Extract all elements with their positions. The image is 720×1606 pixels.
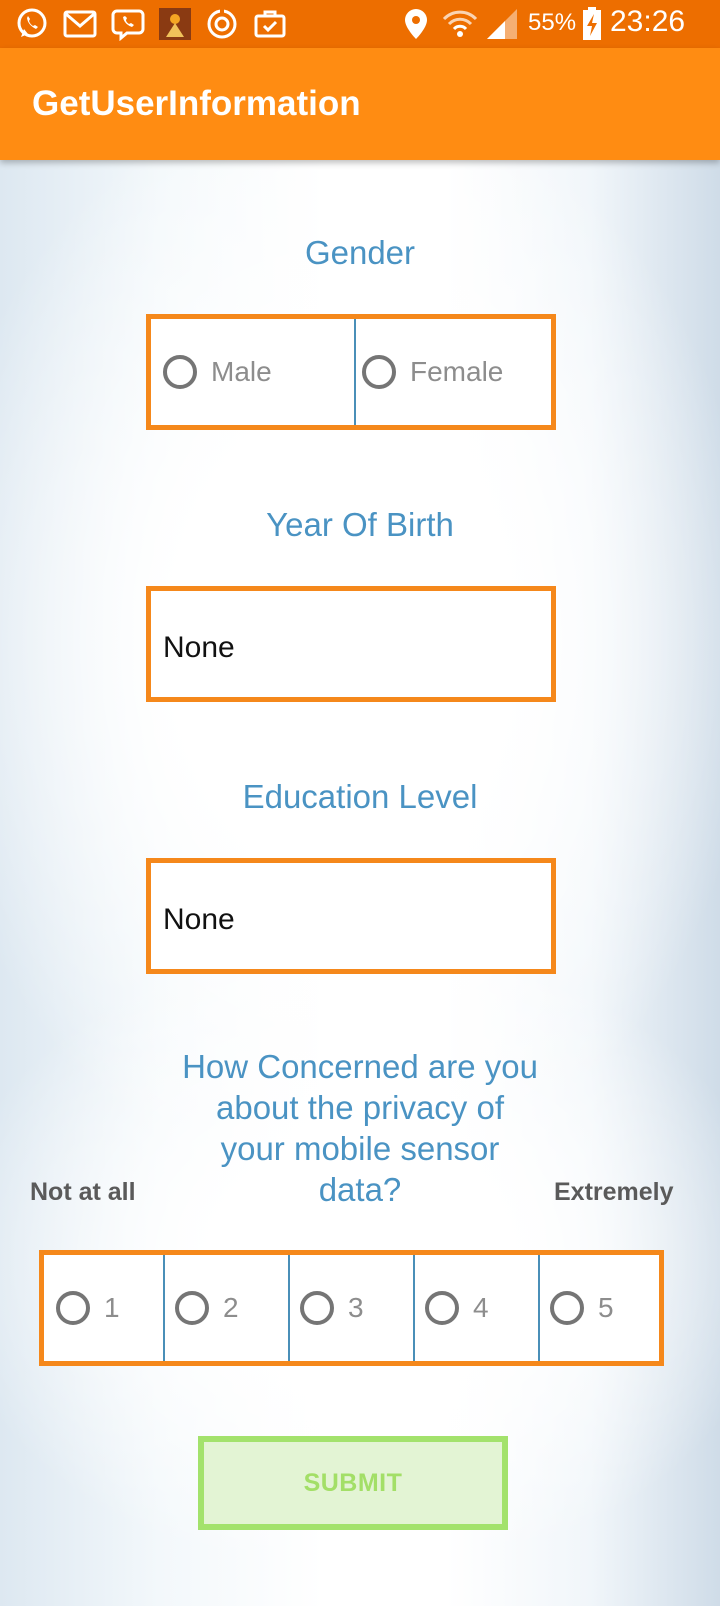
gmail-icon — [62, 6, 98, 42]
option-label: Male — [211, 356, 272, 387]
option-label: Female — [410, 356, 504, 387]
year-of-birth-label: Year Of Birth — [266, 506, 454, 543]
divider — [288, 1255, 290, 1361]
selected-value: None — [163, 631, 235, 664]
radio-button[interactable] — [300, 1291, 334, 1325]
option-label: 4 — [473, 1292, 489, 1323]
option-label: 5 — [598, 1292, 614, 1323]
divider — [354, 319, 356, 425]
year-of-birth-dropdown[interactable]: None — [146, 586, 556, 702]
education-level-dropdown[interactable]: None — [146, 858, 556, 974]
radio-button[interactable] — [362, 355, 396, 389]
gender-label: Gender — [304, 234, 416, 271]
app-bar: GetUserInformation — [0, 48, 720, 160]
battery-percentage: 55% — [528, 9, 577, 36]
location-icon — [398, 6, 434, 42]
divider — [413, 1255, 415, 1361]
battery-charging-icon — [574, 6, 610, 42]
education-level-label: Education Level — [242, 778, 478, 815]
question-line: data? — [318, 1171, 402, 1208]
submit-button[interactable]: SUBMIT — [198, 1436, 508, 1530]
briefcase-check-icon — [252, 6, 288, 42]
divider — [163, 1255, 165, 1361]
gender-radio-group: Male Female — [146, 314, 556, 430]
option-label: 2 — [223, 1292, 239, 1323]
app-title: GetUserInformation — [32, 84, 361, 123]
question-line: your mobile sensor — [220, 1130, 500, 1167]
privacy-rating-radio-group: 1 2 3 4 5 — [39, 1250, 664, 1366]
radio-button[interactable] — [175, 1291, 209, 1325]
radio-button[interactable] — [56, 1291, 90, 1325]
sync-icon — [204, 6, 240, 42]
radio-button[interactable] — [163, 355, 197, 389]
clock: 23:26 — [610, 5, 686, 38]
privacy-question: How Concerned are you about the privacy … — [140, 1046, 580, 1210]
rating-option-4[interactable]: 4 — [425, 1255, 535, 1361]
viber-icon — [110, 6, 146, 42]
wifi-icon — [442, 6, 478, 42]
selected-value: None — [163, 903, 235, 936]
game-app-icon — [157, 6, 193, 42]
option-label: 1 — [104, 1292, 120, 1323]
gender-option-male[interactable]: Male — [163, 319, 353, 425]
rating-option-5[interactable]: 5 — [550, 1255, 660, 1361]
gender-option-female[interactable]: Female — [362, 319, 552, 425]
divider — [538, 1255, 540, 1361]
rating-option-3[interactable]: 3 — [300, 1255, 410, 1361]
rating-option-1[interactable]: 1 — [56, 1255, 166, 1361]
question-line: How Concerned are you — [182, 1048, 538, 1085]
signal-icon — [484, 6, 520, 42]
rating-option-2[interactable]: 2 — [175, 1255, 285, 1361]
option-label: 3 — [348, 1292, 364, 1323]
status-bar: 55% 23:26 — [0, 0, 720, 48]
scale-high-label: Extremely — [554, 1178, 674, 1206]
question-line: about the privacy of — [215, 1089, 504, 1126]
scale-low-label: Not at all — [30, 1178, 136, 1206]
radio-button[interactable] — [550, 1291, 584, 1325]
radio-button[interactable] — [425, 1291, 459, 1325]
whatsapp-icon — [14, 6, 50, 42]
